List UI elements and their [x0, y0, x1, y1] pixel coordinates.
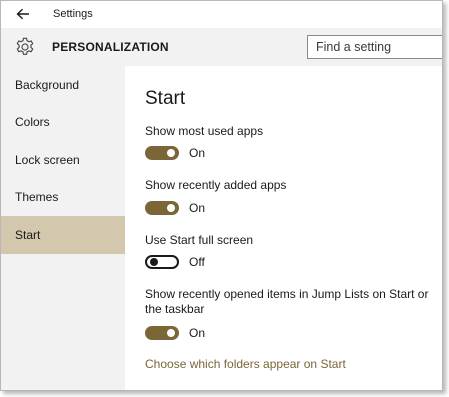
- jump-lists-toggle[interactable]: [145, 326, 179, 340]
- most-used-apps-toggle[interactable]: [145, 146, 179, 160]
- setting-row-full-screen: Off: [145, 253, 205, 271]
- setting-row-recently-added-apps: On: [145, 199, 205, 217]
- setting-label-most-used-apps: Show most used apps: [145, 124, 264, 138]
- page-header: PERSONALIZATION: [1, 28, 442, 66]
- sidebar-item-start[interactable]: Start: [1, 216, 125, 254]
- page-title: Start: [145, 88, 186, 109]
- setting-label-jump-lists: Show recently opened items in Jump Lists…: [145, 287, 429, 316]
- toggle-state-label: On: [189, 326, 206, 340]
- toggle-knob: [167, 204, 175, 212]
- setting-row-most-used-apps: On: [145, 144, 205, 162]
- sidebar-item-lock-screen[interactable]: Lock screen: [1, 141, 125, 179]
- settings-window: Settings PERSONALIZATION Background Colo…: [0, 0, 443, 391]
- back-button[interactable]: [9, 3, 37, 25]
- setting-row-jump-lists: On: [145, 324, 205, 342]
- title-bar: Settings: [1, 1, 442, 28]
- toggle-state-label: Off: [189, 255, 205, 269]
- window-title: Settings: [53, 8, 93, 20]
- sidebar-item-colors[interactable]: Colors: [1, 103, 125, 141]
- toggle-state-label: On: [189, 146, 206, 160]
- section-title: PERSONALIZATION: [52, 40, 169, 54]
- toggle-knob: [167, 149, 175, 157]
- setting-label-recently-added-apps: Show recently added apps: [145, 178, 287, 192]
- back-arrow-icon: [16, 8, 29, 20]
- sidebar-item-themes[interactable]: Themes: [1, 178, 125, 216]
- sidebar: Background Colors Lock screen Themes Sta…: [1, 66, 125, 390]
- gear-icon: [16, 37, 34, 55]
- sidebar-item-background[interactable]: Background: [1, 66, 125, 104]
- choose-folders-link[interactable]: Choose which folders appear on Start: [145, 357, 346, 371]
- recently-added-apps-toggle[interactable]: [145, 201, 179, 215]
- toggle-state-label: On: [189, 201, 206, 215]
- toggle-knob: [150, 258, 158, 266]
- search-input[interactable]: [307, 35, 442, 59]
- toggle-knob: [167, 329, 175, 337]
- main-content: Start Show most used apps On Show recent…: [125, 66, 442, 390]
- setting-label-full-screen: Use Start full screen: [145, 233, 254, 247]
- full-screen-toggle[interactable]: [145, 255, 179, 269]
